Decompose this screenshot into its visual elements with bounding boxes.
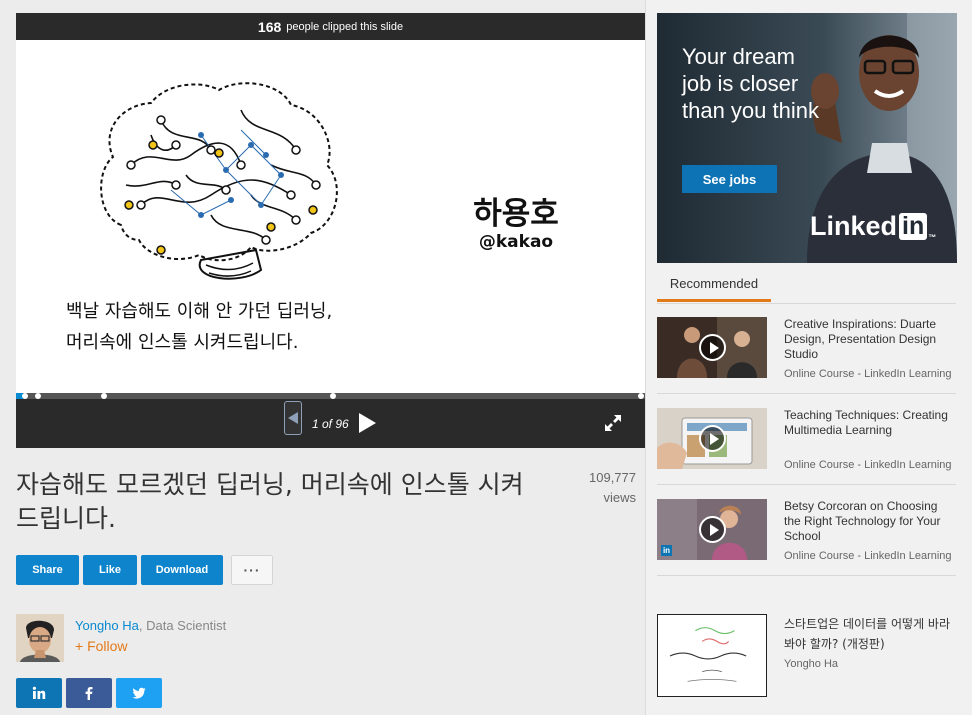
slide-author[interactable]: Yongho Ha — [784, 658, 838, 670]
course-thumbnail[interactable]: in — [657, 499, 767, 560]
slide-presenter-name: 하용호 — [473, 196, 559, 232]
current-slide[interactable]: 하용호 @kakao 백날 자습해도 이해 안 가던 딥러닝, 머리속에 인스톨… — [16, 40, 645, 393]
avatar-portrait-icon — [16, 614, 64, 662]
more-options-button[interactable]: ··· — [231, 555, 273, 585]
twitter-icon — [132, 687, 146, 699]
list-item[interactable]: 스타트업은 데이터를 어떻게 바라봐야 할까? (개정판) Yongho Ha — [657, 614, 956, 704]
player-controls: 1 of 96 — [16, 399, 645, 448]
course-title[interactable]: Teaching Techniques: Creating Multimedia… — [784, 408, 956, 438]
arrow-left-icon — [288, 412, 298, 424]
download-button[interactable]: Download — [141, 555, 223, 585]
play-icon[interactable] — [699, 334, 726, 361]
slide-subtitle-line1: 백날 자습해도 이해 안 가던 딥러닝, — [66, 301, 333, 322]
facebook-icon — [85, 687, 93, 700]
see-jobs-button[interactable]: See jobs — [682, 165, 777, 193]
share-button[interactable]: Share — [16, 555, 79, 585]
slide-presenter-handle: @kakao — [478, 232, 554, 252]
course-meta: Online Course - LinkedIn Learning — [784, 550, 952, 562]
clip-text: people clipped this slide — [286, 20, 404, 33]
sidebar: Your dream job is closer than you think … — [645, 0, 972, 715]
clip-count: 168 — [257, 18, 282, 35]
clip-count-bar: 168 people clipped this slide — [16, 13, 645, 40]
linkedin-logo: Linked in ™ — [810, 211, 936, 242]
fullscreen-icon[interactable] — [604, 414, 622, 432]
tab-recommended[interactable]: Recommended — [657, 268, 771, 302]
slide-thumbnail-handwriting-icon — [658, 615, 766, 696]
view-count: 109,777 views — [556, 468, 636, 508]
views-label: views — [603, 490, 636, 505]
twitter-share-button[interactable] — [116, 678, 162, 708]
brain-illustration — [100, 82, 338, 280]
trademark-mark: ™ — [928, 233, 937, 242]
course-thumbnail[interactable] — [657, 317, 767, 378]
course-thumbnail[interactable] — [657, 408, 767, 469]
author-role: , Data Scientist — [138, 618, 227, 633]
list-item[interactable]: Creative Inspirations: Duarte Design, Pr… — [657, 304, 956, 394]
linkedin-icon — [32, 686, 46, 699]
like-button[interactable]: Like — [83, 555, 137, 585]
slide-subtitle-line2: 머리속에 인스톨 시켜드립니다. — [66, 332, 299, 353]
linkedin-logo-box: in — [899, 213, 928, 240]
slide-player: 168 people clipped this slide 하용호 @kakao… — [16, 13, 645, 448]
ad-headline: Your dream job is closer than you think — [682, 44, 819, 123]
next-slide-play-icon[interactable] — [357, 412, 377, 434]
main-column: 168 people clipped this slide 하용호 @kakao… — [16, 13, 645, 708]
presentation-title: 자습해도 모르겠던 딥러닝, 머리속에 인스톨 시켜드립니다. — [16, 470, 524, 533]
slide-title[interactable]: 스타트업은 데이터를 어떻게 바라봐야 할까? (개정판) — [784, 614, 956, 654]
course-meta: Online Course - LinkedIn Learning — [784, 459, 952, 471]
author-avatar[interactable] — [16, 614, 64, 662]
play-icon[interactable] — [699, 516, 726, 543]
facebook-share-button[interactable] — [66, 678, 112, 708]
list-item[interactable]: Teaching Techniques: Creating Multimedia… — [657, 395, 956, 485]
slide-page-indicator: 1 of 96 — [312, 417, 349, 431]
linkedin-logo-text: Linked — [810, 211, 898, 241]
course-title[interactable]: Creative Inspirations: Duarte Design, Pr… — [784, 317, 956, 362]
slide-thumbnail[interactable] — [657, 614, 767, 697]
action-buttons: Share Like Download ··· — [16, 555, 273, 585]
follow-button[interactable]: + Follow — [75, 638, 128, 654]
author-name-line: Yongho Ha, Data Scientist — [75, 618, 226, 633]
list-item[interactable]: in Betsy Corcoran on Choosing the Right … — [657, 486, 956, 576]
linkedin-share-button[interactable] — [16, 678, 62, 708]
social-share-buttons — [16, 678, 162, 708]
linkedin-ad[interactable]: Your dream job is closer than you think … — [657, 13, 957, 263]
play-icon[interactable] — [699, 425, 726, 452]
author-name-link[interactable]: Yongho Ha — [75, 618, 139, 633]
course-title[interactable]: Betsy Corcoran on Choosing the Right Tec… — [784, 499, 956, 544]
course-meta: Online Course - LinkedIn Learning — [784, 368, 952, 380]
previous-slide-button[interactable] — [284, 401, 302, 435]
linkedin-badge-icon: in — [661, 545, 672, 556]
views-number: 109,777 — [589, 470, 636, 485]
